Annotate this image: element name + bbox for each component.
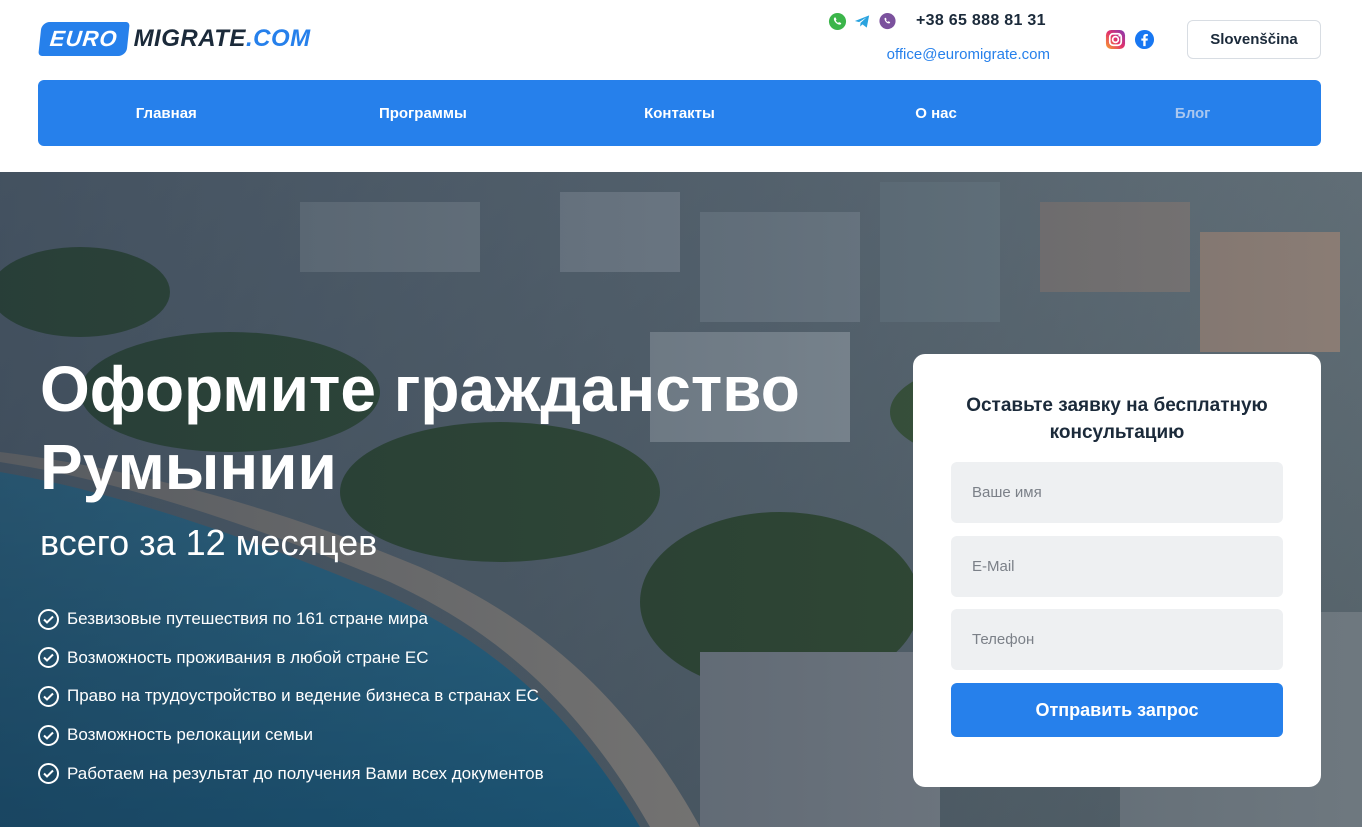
consultation-form: Оставьте заявку на бесплатную консультац… [913, 354, 1321, 787]
nav-item-about[interactable]: О нас [808, 105, 1065, 122]
social-links [1105, 29, 1155, 50]
benefit-list: Безвизовые путешествия по 161 стране мир… [38, 600, 544, 793]
check-circle-icon [38, 685, 59, 707]
logo-text: MIGRATE.COM [134, 25, 311, 53]
nav-item-blog[interactable]: Блог [1064, 105, 1321, 122]
check-circle-icon [38, 647, 59, 669]
hero-subtitle: всего за 12 месяцев [40, 522, 378, 563]
logo-badge: EURO [38, 22, 130, 56]
benefit-item: Возможность проживания в любой стране ЕС [38, 639, 544, 678]
site-header: EURO MIGRATE.COM +38 65 888 81 31 office… [0, 0, 1362, 172]
benefit-text: Работаем на результат до получения Вами … [67, 763, 544, 783]
benefit-text: Возможность релокации семьи [67, 725, 314, 745]
header-contacts: +38 65 888 81 31 office@euromigrate.com [828, 10, 1050, 70]
telegram-icon[interactable] [853, 12, 872, 31]
language-button[interactable]: Slovenščina [1187, 20, 1321, 59]
logo-name: MIGRATE [133, 25, 246, 52]
submit-request-button[interactable]: Отправить запрос [951, 683, 1283, 737]
email-input[interactable] [951, 536, 1283, 597]
benefit-text: Безвизовые путешествия по 161 стране мир… [67, 609, 428, 629]
logo-domain: .COM [245, 25, 311, 52]
form-title: Оставьте заявку на бесплатную консультац… [966, 395, 1268, 443]
hero-title: Оформите гражданство Румынии [40, 353, 800, 503]
benefit-item: Право на трудоустройство и ведение бизне… [38, 677, 544, 716]
nav-item-home[interactable]: Главная [38, 105, 295, 122]
check-circle-icon [38, 608, 59, 630]
benefit-item: Возможность релокации семьи [38, 716, 544, 755]
check-circle-icon [38, 724, 59, 746]
viber-icon[interactable] [878, 12, 897, 31]
site-logo[interactable]: EURO MIGRATE.COM [38, 20, 311, 58]
instagram-icon[interactable] [1105, 29, 1126, 50]
nav-item-contacts[interactable]: Контакты [551, 105, 808, 122]
email-link[interactable]: office@euromigrate.com [887, 46, 1050, 63]
whatsapp-icon[interactable] [828, 12, 847, 31]
main-nav: Главная Программы Контакты О нас Блог [38, 80, 1321, 146]
hero-section: Оформите гражданство Румынии всего за 12… [0, 172, 1362, 827]
messenger-links [828, 12, 897, 31]
benefit-text: Возможность проживания в любой стране ЕС [67, 647, 429, 667]
facebook-icon[interactable] [1134, 29, 1155, 50]
phone-input[interactable] [951, 609, 1283, 670]
name-input[interactable] [951, 462, 1283, 523]
benefit-item: Работаем на результат до получения Вами … [38, 754, 544, 793]
benefit-text: Право на трудоустройство и ведение бизне… [67, 686, 539, 706]
benefit-item: Безвизовые путешествия по 161 стране мир… [38, 600, 544, 639]
check-circle-icon [38, 763, 59, 785]
phone-link[interactable]: +38 65 888 81 31 [916, 12, 1046, 30]
nav-item-programs[interactable]: Программы [295, 105, 552, 122]
